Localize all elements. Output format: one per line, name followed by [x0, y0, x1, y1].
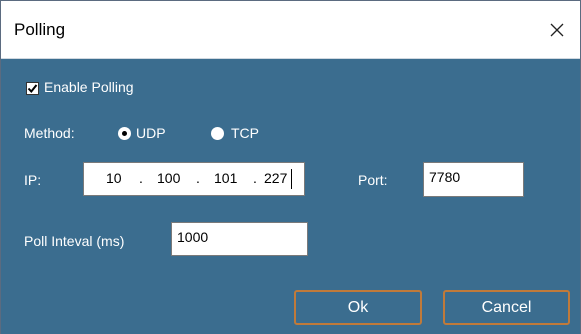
text-cursor [291, 169, 292, 189]
radio-selected-dot [122, 131, 127, 136]
ip-octet-1: 10 [106, 170, 122, 186]
cancel-button[interactable]: Cancel [443, 290, 570, 325]
close-button[interactable] [534, 1, 580, 58]
title-bar: Polling [1, 1, 580, 59]
polling-dialog: Polling Enable Polling Method: UDP TCP I… [0, 0, 581, 334]
poll-interval-label: Poll Inteval (ms) [24, 233, 125, 249]
ip-dot-1: . [139, 170, 143, 186]
tcp-label: TCP [231, 125, 259, 141]
ip-label: IP: [24, 172, 42, 188]
poll-interval-value: 1000 [177, 229, 209, 245]
ip-address-field[interactable]: 10 . 100 . 101 . 227 [83, 162, 305, 196]
ip-dot-3: . [253, 170, 257, 186]
method-label: Method: [24, 125, 75, 141]
udp-radio[interactable] [118, 127, 131, 140]
port-input[interactable]: 7780 [423, 162, 524, 197]
ok-button[interactable]: Ok [294, 290, 422, 325]
ip-octet-2: 100 [157, 170, 181, 186]
close-icon [550, 23, 564, 36]
ip-octet-4: 227 [264, 170, 288, 186]
ip-octet-3: 101 [214, 170, 238, 186]
udp-label: UDP [136, 125, 166, 141]
ip-dot-2: . [196, 170, 200, 186]
tcp-radio[interactable] [211, 127, 224, 140]
enable-polling-label: Enable Polling [44, 79, 134, 95]
dialog-body: Enable Polling Method: UDP TCP IP: 10 . … [1, 59, 580, 334]
window-title: Polling [14, 20, 66, 39]
port-value: 7780 [429, 169, 461, 185]
port-label: Port: [358, 172, 388, 188]
poll-interval-input[interactable]: 1000 [171, 222, 308, 256]
checkmark-icon [27, 84, 38, 94]
enable-polling-checkbox[interactable] [26, 82, 39, 95]
